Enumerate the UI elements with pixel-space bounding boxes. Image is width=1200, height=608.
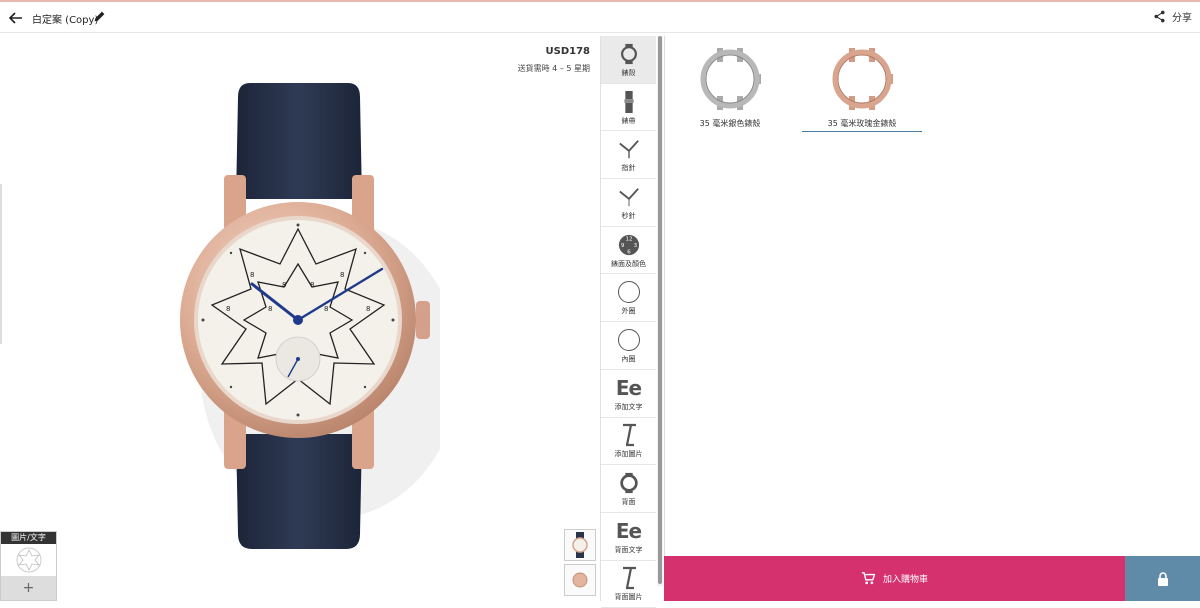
- lock-button[interactable]: [1125, 556, 1200, 601]
- price: USD178: [545, 46, 591, 57]
- tool-label: 內圈: [621, 354, 636, 363]
- back-image-icon: [622, 567, 636, 590]
- add-text-icon: Ee: [615, 375, 642, 400]
- svg-text:8: 8: [250, 271, 254, 279]
- svg-text:12: 12: [625, 236, 632, 242]
- lock-icon: [1157, 571, 1168, 586]
- tool-add-image[interactable]: 添加圖片: [601, 417, 656, 466]
- option-rose-gold-case[interactable]: 35 毫米玫瑰金錶殼: [802, 46, 922, 132]
- svg-text:8: 8: [324, 305, 328, 313]
- front-view-thumbnail[interactable]: [564, 529, 596, 561]
- cart-icon: [861, 572, 875, 585]
- tool-add-text[interactable]: Ee 添加文字: [601, 369, 656, 418]
- left-edge-handle: [0, 184, 2, 344]
- tool-label: 背面文字: [614, 545, 643, 554]
- svg-text:8: 8: [366, 305, 370, 313]
- back-text-icon: Ee: [615, 518, 642, 543]
- tool-label: 背面: [621, 498, 636, 507]
- tool-strap[interactable]: 錶帶: [601, 83, 656, 132]
- back-case-icon: [619, 472, 638, 494]
- svg-text:6: 6: [627, 249, 631, 255]
- customize-toolbar: 錶殼 錶帶 指針 秒針 12 9 3 6 錶面及顏色 外圈 內圈 Ee 添加文字 添加…: [600, 36, 656, 608]
- tool-hands[interactable]: 指針: [601, 131, 656, 180]
- toolbar-scrollbar[interactable]: [657, 36, 663, 586]
- option-label: 35 毫米玫瑰金錶殼: [802, 118, 922, 132]
- case-options-panel: 35 毫米銀色錶殼 35 毫米玫瑰金錶殼: [666, 36, 1200, 556]
- tool-back-case[interactable]: 背面: [601, 465, 656, 513]
- pattern-thumbnail-icon: [16, 547, 41, 573]
- tool-case[interactable]: 錶殼: [601, 36, 656, 84]
- tool-label: 指針: [621, 164, 636, 173]
- edit-pencil-icon[interactable]: [93, 10, 106, 23]
- option-label: 35 毫米銀色錶殼: [699, 119, 761, 128]
- add-to-cart-button[interactable]: 加入購物車: [664, 556, 1125, 601]
- add-to-cart-label: 加入購物車: [882, 575, 928, 585]
- engraving-thumbnail[interactable]: [1, 544, 56, 576]
- tool-label: 外圈: [621, 307, 636, 316]
- tool-outer-ring[interactable]: 外圈: [601, 274, 656, 323]
- image-text-panel: 圖片/文字 +: [0, 531, 57, 601]
- tool-back-text[interactable]: Ee 背面文字: [601, 512, 656, 561]
- svg-text:8: 8: [340, 271, 344, 279]
- option-silver-case[interactable]: 35 毫米銀色錶殼: [670, 46, 790, 131]
- tool-label: 添加文字: [614, 402, 643, 411]
- svg-text:8: 8: [282, 281, 286, 289]
- watch-case-icon: [620, 43, 637, 64]
- outer-ring-icon: [617, 281, 640, 304]
- tool-label: 錶帶: [621, 116, 636, 125]
- back-view-thumbnail[interactable]: [564, 564, 596, 596]
- image-text-label: 圖片/文字: [1, 532, 56, 544]
- tool-second-hand[interactable]: 秒針: [601, 179, 656, 227]
- price-block: USD178 送貨需時 4 – 5 星期: [518, 46, 590, 74]
- dial-icon: 129 36: [618, 234, 639, 255]
- svg-text:9: 9: [620, 242, 624, 248]
- svg-text:8: 8: [268, 305, 272, 313]
- tool-inner-ring[interactable]: 內圈: [601, 322, 656, 370]
- watch-front-icon: [572, 532, 588, 558]
- watch-back-icon: [572, 572, 588, 588]
- design-title: 白定案 (Copy): [32, 15, 99, 26]
- add-image-icon: [622, 424, 636, 447]
- share-label: 分享: [1172, 13, 1192, 24]
- shipping-time: 送貨需時 4 – 5 星期: [517, 64, 590, 73]
- back-arrow-icon[interactable]: [8, 10, 24, 26]
- strap-icon: [623, 90, 634, 113]
- tool-label: 錶殼: [621, 68, 636, 77]
- hands-icon: [618, 140, 639, 159]
- share-icon: [1154, 10, 1165, 23]
- rose-gold-case-image: [832, 48, 893, 110]
- scrollbar-thumb[interactable]: [658, 36, 662, 584]
- add-image-text-button[interactable]: +: [1, 576, 56, 600]
- tool-dial[interactable]: 12 9 3 6 錶面及顏色: [601, 226, 656, 275]
- app-header: 白定案 (Copy) 分享: [0, 2, 1200, 33]
- svg-text:3: 3: [633, 242, 637, 248]
- panel-divider: [664, 36, 665, 556]
- inner-ring-icon: [617, 328, 640, 351]
- tool-label: 添加圖片: [614, 450, 643, 459]
- tool-label: 秒針: [621, 211, 636, 220]
- watch-preview-area: USD178 送貨需時 4 – 5 星期 8 8 8 8 8 8 8 8 圖片/…: [0, 34, 600, 601]
- share-button[interactable]: 分享: [1153, 9, 1192, 24]
- second-hand-icon: [618, 188, 639, 207]
- silver-case-image: [700, 48, 761, 110]
- svg-text:8: 8: [310, 281, 314, 289]
- watch-preview-image: 8 8 8 8 8 8 8 8: [180, 83, 440, 549]
- svg-text:8: 8: [226, 305, 230, 313]
- tool-label: 錶面及顏色: [611, 259, 646, 268]
